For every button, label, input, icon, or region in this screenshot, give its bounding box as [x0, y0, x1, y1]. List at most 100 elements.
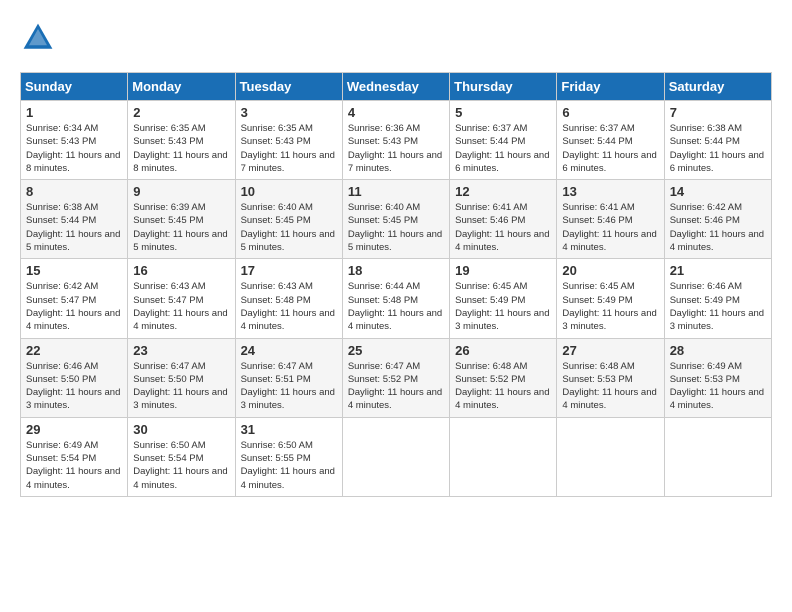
- day-info: Sunrise: 6:40 AMSunset: 5:45 PMDaylight:…: [348, 201, 444, 254]
- day-info: Sunrise: 6:35 AMSunset: 5:43 PMDaylight:…: [133, 122, 229, 175]
- calendar-header-wednesday: Wednesday: [342, 73, 449, 101]
- table-row: 7 Sunrise: 6:38 AMSunset: 5:44 PMDaylight…: [664, 101, 771, 180]
- day-number: 6: [562, 105, 658, 120]
- day-info: Sunrise: 6:47 AMSunset: 5:50 PMDaylight:…: [133, 360, 229, 413]
- logo: [20, 20, 60, 56]
- table-row: 19 Sunrise: 6:45 AMSunset: 5:49 PMDayligh…: [450, 259, 557, 338]
- day-info: Sunrise: 6:42 AMSunset: 5:46 PMDaylight:…: [670, 201, 766, 254]
- table-row: 10 Sunrise: 6:40 AMSunset: 5:45 PMDayligh…: [235, 180, 342, 259]
- table-row: 8 Sunrise: 6:38 AMSunset: 5:44 PMDaylight…: [21, 180, 128, 259]
- table-row: 29 Sunrise: 6:49 AMSunset: 5:54 PMDayligh…: [21, 417, 128, 496]
- day-number: 26: [455, 343, 551, 358]
- day-number: 30: [133, 422, 229, 437]
- day-info: Sunrise: 6:41 AMSunset: 5:46 PMDaylight:…: [562, 201, 658, 254]
- table-row: 23 Sunrise: 6:47 AMSunset: 5:50 PMDayligh…: [128, 338, 235, 417]
- day-info: Sunrise: 6:47 AMSunset: 5:51 PMDaylight:…: [241, 360, 337, 413]
- day-number: 28: [670, 343, 766, 358]
- table-row: 2 Sunrise: 6:35 AMSunset: 5:43 PMDaylight…: [128, 101, 235, 180]
- table-row: 14 Sunrise: 6:42 AMSunset: 5:46 PMDayligh…: [664, 180, 771, 259]
- table-row: 11 Sunrise: 6:40 AMSunset: 5:45 PMDayligh…: [342, 180, 449, 259]
- day-number: 19: [455, 263, 551, 278]
- day-info: Sunrise: 6:41 AMSunset: 5:46 PMDaylight:…: [455, 201, 551, 254]
- table-row: 1Sunrise: 6:34 AMSunset: 5:43 PMDaylight…: [21, 101, 128, 180]
- table-row: 5 Sunrise: 6:37 AMSunset: 5:44 PMDaylight…: [450, 101, 557, 180]
- table-row: 27 Sunrise: 6:48 AMSunset: 5:53 PMDayligh…: [557, 338, 664, 417]
- day-number: 14: [670, 184, 766, 199]
- calendar-week-row: 1Sunrise: 6:34 AMSunset: 5:43 PMDaylight…: [21, 101, 772, 180]
- day-number: 8: [26, 184, 122, 199]
- table-row: 15 Sunrise: 6:42 AMSunset: 5:47 PMDayligh…: [21, 259, 128, 338]
- day-info: Sunrise: 6:45 AMSunset: 5:49 PMDaylight:…: [455, 280, 551, 333]
- calendar-header-friday: Friday: [557, 73, 664, 101]
- day-info: Sunrise: 6:42 AMSunset: 5:47 PMDaylight:…: [26, 280, 122, 333]
- table-row: [450, 417, 557, 496]
- day-number: 23: [133, 343, 229, 358]
- day-info: Sunrise: 6:43 AMSunset: 5:47 PMDaylight:…: [133, 280, 229, 333]
- day-number: 29: [26, 422, 122, 437]
- day-number: 13: [562, 184, 658, 199]
- day-info: Sunrise: 6:49 AMSunset: 5:53 PMDaylight:…: [670, 360, 766, 413]
- table-row: 3 Sunrise: 6:35 AMSunset: 5:43 PMDaylight…: [235, 101, 342, 180]
- calendar-week-row: 29 Sunrise: 6:49 AMSunset: 5:54 PMDayligh…: [21, 417, 772, 496]
- day-number: 3: [241, 105, 337, 120]
- day-info: Sunrise: 6:38 AMSunset: 5:44 PMDaylight:…: [670, 122, 766, 175]
- logo-icon: [20, 20, 56, 56]
- day-number: 20: [562, 263, 658, 278]
- day-info: Sunrise: 6:44 AMSunset: 5:48 PMDaylight:…: [348, 280, 444, 333]
- table-row: 17 Sunrise: 6:43 AMSunset: 5:48 PMDayligh…: [235, 259, 342, 338]
- day-number: 15: [26, 263, 122, 278]
- day-number: 16: [133, 263, 229, 278]
- calendar-table: SundayMondayTuesdayWednesdayThursdayFrid…: [20, 72, 772, 497]
- day-number: 17: [241, 263, 337, 278]
- table-row: 18 Sunrise: 6:44 AMSunset: 5:48 PMDayligh…: [342, 259, 449, 338]
- day-number: 21: [670, 263, 766, 278]
- day-info: Sunrise: 6:38 AMSunset: 5:44 PMDaylight:…: [26, 201, 122, 254]
- day-info: Sunrise: 6:46 AMSunset: 5:50 PMDaylight:…: [26, 360, 122, 413]
- day-number: 22: [26, 343, 122, 358]
- calendar-header-monday: Monday: [128, 73, 235, 101]
- day-info: Sunrise: 6:43 AMSunset: 5:48 PMDaylight:…: [241, 280, 337, 333]
- day-info: Sunrise: 6:50 AMSunset: 5:55 PMDaylight:…: [241, 439, 337, 492]
- calendar-week-row: 8 Sunrise: 6:38 AMSunset: 5:44 PMDaylight…: [21, 180, 772, 259]
- day-info: Sunrise: 6:40 AMSunset: 5:45 PMDaylight:…: [241, 201, 337, 254]
- day-number: 2: [133, 105, 229, 120]
- table-row: 30 Sunrise: 6:50 AMSunset: 5:54 PMDayligh…: [128, 417, 235, 496]
- day-number: 9: [133, 184, 229, 199]
- table-row: 25Sunrise: 6:47 AMSunset: 5:52 PMDayligh…: [342, 338, 449, 417]
- day-number: 4: [348, 105, 444, 120]
- calendar-header-row: SundayMondayTuesdayWednesdayThursdayFrid…: [21, 73, 772, 101]
- day-info: Sunrise: 6:35 AMSunset: 5:43 PMDaylight:…: [241, 122, 337, 175]
- page-header: [20, 20, 772, 56]
- table-row: 31Sunrise: 6:50 AMSunset: 5:55 PMDayligh…: [235, 417, 342, 496]
- table-row: 21Sunrise: 6:46 AMSunset: 5:49 PMDayligh…: [664, 259, 771, 338]
- calendar-header-sunday: Sunday: [21, 73, 128, 101]
- day-number: 18: [348, 263, 444, 278]
- day-number: 11: [348, 184, 444, 199]
- table-row: 28 Sunrise: 6:49 AMSunset: 5:53 PMDayligh…: [664, 338, 771, 417]
- calendar-header-thursday: Thursday: [450, 73, 557, 101]
- calendar-week-row: 15 Sunrise: 6:42 AMSunset: 5:47 PMDayligh…: [21, 259, 772, 338]
- day-info: Sunrise: 6:45 AMSunset: 5:49 PMDaylight:…: [562, 280, 658, 333]
- day-info: Sunrise: 6:48 AMSunset: 5:52 PMDaylight:…: [455, 360, 551, 413]
- day-number: 1: [26, 105, 122, 120]
- day-info: Sunrise: 6:36 AMSunset: 5:43 PMDaylight:…: [348, 122, 444, 175]
- day-number: 24: [241, 343, 337, 358]
- table-row: 9Sunrise: 6:39 AMSunset: 5:45 PMDaylight…: [128, 180, 235, 259]
- day-info: Sunrise: 6:49 AMSunset: 5:54 PMDaylight:…: [26, 439, 122, 492]
- day-number: 5: [455, 105, 551, 120]
- day-info: Sunrise: 6:37 AMSunset: 5:44 PMDaylight:…: [562, 122, 658, 175]
- table-row: [664, 417, 771, 496]
- table-row: [342, 417, 449, 496]
- day-number: 7: [670, 105, 766, 120]
- day-info: Sunrise: 6:47 AMSunset: 5:52 PMDaylight:…: [348, 360, 444, 413]
- table-row: 26 Sunrise: 6:48 AMSunset: 5:52 PMDayligh…: [450, 338, 557, 417]
- day-number: 27: [562, 343, 658, 358]
- day-number: 10: [241, 184, 337, 199]
- day-info: Sunrise: 6:48 AMSunset: 5:53 PMDaylight:…: [562, 360, 658, 413]
- day-info: Sunrise: 6:50 AMSunset: 5:54 PMDaylight:…: [133, 439, 229, 492]
- calendar-week-row: 22 Sunrise: 6:46 AMSunset: 5:50 PMDayligh…: [21, 338, 772, 417]
- table-row: 6 Sunrise: 6:37 AMSunset: 5:44 PMDaylight…: [557, 101, 664, 180]
- day-number: 12: [455, 184, 551, 199]
- table-row: 13 Sunrise: 6:41 AMSunset: 5:46 PMDayligh…: [557, 180, 664, 259]
- day-info: Sunrise: 6:37 AMSunset: 5:44 PMDaylight:…: [455, 122, 551, 175]
